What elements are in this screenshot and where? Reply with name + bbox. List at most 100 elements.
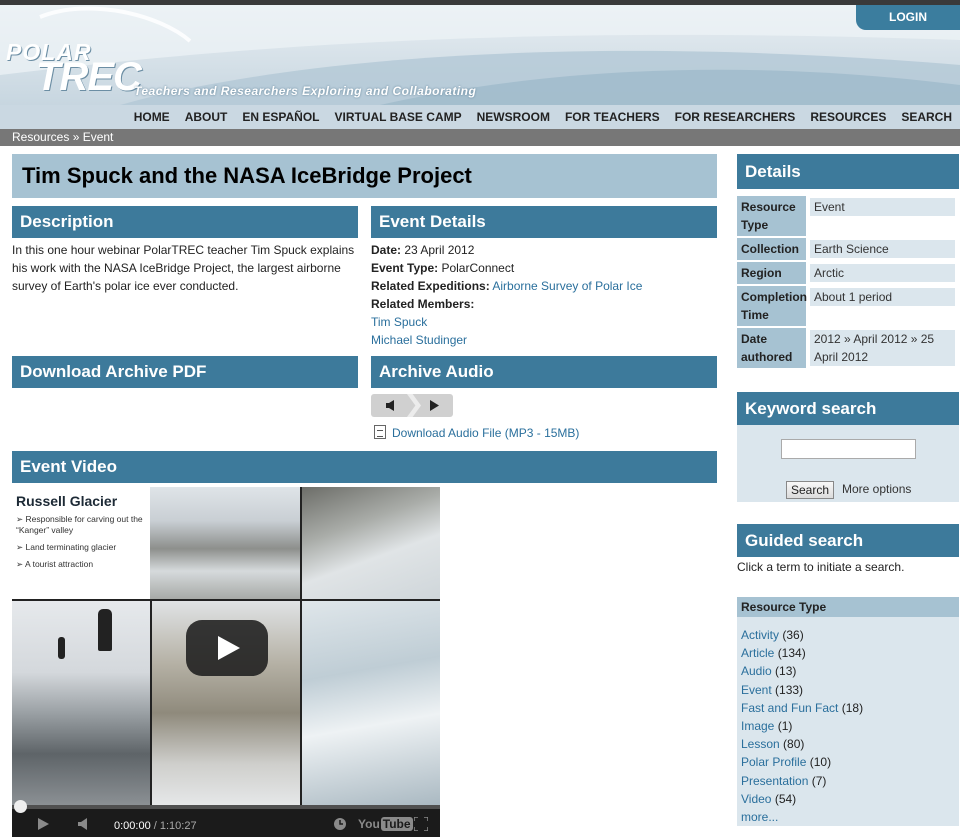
nav-resources[interactable]: RESOURCES (810, 105, 886, 129)
details-row: Completion Time About 1 period (737, 286, 959, 328)
date-value: 23 April 2012 (401, 243, 475, 257)
event-type: Event Type: PolarConnect (371, 259, 716, 277)
description-heading: Description (12, 206, 358, 238)
resource-type-link[interactable]: Event (741, 683, 772, 697)
download-audio-label[interactable]: Download Audio File (MP3 - 15MB) (392, 426, 579, 440)
fullscreen-icon[interactable] (414, 817, 428, 831)
logo-trec-text: TREC (36, 55, 142, 99)
site-header: LOGIN POLAR TREC Teachers and Researcher… (0, 5, 960, 105)
nav-virtual-base-camp[interactable]: VIRTUAL BASE CAMP (334, 105, 461, 129)
slide-bullet: ➢ A tourist attraction (16, 559, 94, 569)
event-details-heading: Event Details (371, 206, 717, 238)
details-value-text: 2012 » April 2012 » 25 April 2012 (810, 330, 955, 366)
youtube-logo-text: You (358, 817, 380, 831)
slide-bullet: ➢ Land terminating glacier (16, 542, 117, 552)
details-value: About 1 period (806, 286, 959, 328)
video-scrubber[interactable] (14, 800, 27, 813)
members-label: Related Members: (371, 297, 475, 311)
more-options-link[interactable]: More options (842, 482, 911, 496)
resource-type-link[interactable]: Video (741, 792, 771, 806)
play-icon[interactable] (430, 400, 439, 411)
resource-type-count: (18) (841, 700, 864, 715)
nav-home[interactable]: HOME (134, 105, 170, 129)
details-value: Event (806, 196, 959, 238)
keyword-search-heading: Keyword search (737, 392, 959, 425)
glacier-photo-1 (150, 487, 300, 599)
resource-type-link[interactable]: Fast and Fun Fact (741, 701, 838, 715)
event-video-heading: Event Video (12, 451, 717, 483)
audio-player[interactable] (371, 394, 453, 417)
main-nav: HOME ABOUT EN ESPAÑOL VIRTUAL BASE CAMP … (0, 105, 960, 129)
resource-type-item[interactable]: Audio (13) (741, 662, 959, 680)
video-player[interactable]: Russell Glacier ➢ Responsible for carvin… (12, 487, 440, 837)
resource-type-item[interactable]: Article (134) (741, 644, 959, 662)
event-expeditions: Related Expeditions: Airborne Survey of … (371, 277, 716, 295)
video-play-button[interactable] (186, 620, 268, 676)
resource-type-item[interactable]: Lesson (80) (741, 735, 959, 753)
details-value: Earth Science (806, 238, 959, 262)
details-label: Collection (737, 238, 806, 262)
guided-search-note: Click a term to initiate a search. (737, 560, 905, 574)
expedition-link[interactable]: Airborne Survey of Polar Ice (492, 279, 642, 293)
details-row: Region Arctic (737, 262, 959, 286)
details-row: Date authored 2012 » April 2012 » 25 Apr… (737, 328, 959, 370)
glacier-photo-5 (302, 601, 440, 805)
video-play-icon[interactable] (38, 818, 49, 830)
expeditions-label: Related Expeditions: (371, 279, 490, 293)
video-controls: 0:00:00 / 1:10:27 You Tube (12, 800, 440, 837)
nav-about[interactable]: ABOUT (185, 105, 228, 129)
resource-type-item[interactable]: Activity (36) (741, 626, 959, 644)
resource-type-link[interactable]: Presentation (741, 774, 808, 788)
resource-type-link[interactable]: Audio (741, 664, 772, 678)
resource-type-item[interactable]: Presentation (7) (741, 772, 959, 790)
resource-type-link[interactable]: Image (741, 719, 774, 733)
resource-type-count: (13) (775, 664, 797, 679)
slide-title: Russell Glacier (16, 493, 118, 509)
resource-type-item[interactable]: Fast and Fun Fact (18) (741, 699, 959, 717)
nav-newsroom[interactable]: NEWSROOM (477, 105, 550, 129)
details-label: Date authored (737, 328, 806, 370)
keyword-search-input[interactable] (781, 439, 916, 459)
nav-en-espanol[interactable]: EN ESPAÑOL (242, 105, 319, 129)
details-row: Resource Type Event (737, 196, 959, 238)
video-progress-bar[interactable] (12, 800, 440, 813)
resource-type-link[interactable]: Activity (741, 628, 779, 642)
resource-type-item[interactable]: Polar Profile (10) (741, 753, 959, 771)
youtube-logo[interactable]: You Tube (358, 817, 413, 831)
clock-icon[interactable] (334, 818, 346, 830)
login-button[interactable]: LOGIN (856, 5, 960, 30)
glacier-photo-3 (12, 601, 150, 805)
resource-type-link[interactable]: Polar Profile (741, 755, 806, 769)
resource-type-link[interactable]: Article (741, 646, 774, 660)
search-button[interactable]: Search (786, 481, 835, 499)
resource-type-link[interactable]: Lesson (741, 737, 780, 751)
polartrec-logo[interactable]: POLAR TREC (6, 41, 142, 98)
download-pdf-heading: Download Archive PDF (12, 356, 358, 388)
details-row: Collection Earth Science (737, 238, 959, 262)
nav-for-researchers[interactable]: FOR RESEARCHERS (675, 105, 796, 129)
document-icon (374, 425, 386, 439)
details-value: Arctic (806, 262, 959, 286)
slide-bullet: ➢ Responsible for carving out the “Kange… (16, 514, 143, 535)
details-value-text: Event (810, 198, 955, 216)
resource-type-count: (1) (777, 719, 793, 734)
member-link-tim-spuck[interactable]: Tim Spuck (371, 315, 427, 329)
details-heading: Details (737, 154, 959, 189)
page-title: Tim Spuck and the NASA IceBridge Project (12, 154, 717, 198)
speaker-icon[interactable] (386, 400, 397, 411)
member-link-michael-studinger[interactable]: Michael Studinger (371, 333, 467, 347)
resource-type-item[interactable]: Video (54) (741, 790, 959, 808)
description-text: In this one hour webinar PolarTREC teach… (12, 243, 355, 293)
nav-search[interactable]: SEARCH (901, 105, 952, 129)
details-label: Completion Time (737, 286, 807, 328)
download-audio-link[interactable]: Download Audio File (MP3 - 15MB) (374, 425, 579, 440)
breadcrumb[interactable]: Resources » Event (0, 129, 960, 146)
resource-type-link[interactable]: more... (741, 810, 778, 824)
resource-type-item[interactable]: more... (741, 808, 959, 826)
resource-type-item[interactable]: Image (1) (741, 717, 959, 735)
resource-type-item[interactable]: Event (133) (741, 681, 959, 699)
guided-search-heading: Guided search (737, 524, 959, 557)
nav-for-teachers[interactable]: FOR TEACHERS (565, 105, 660, 129)
volume-icon[interactable] (78, 818, 90, 830)
details-value-text: Earth Science (810, 240, 955, 258)
